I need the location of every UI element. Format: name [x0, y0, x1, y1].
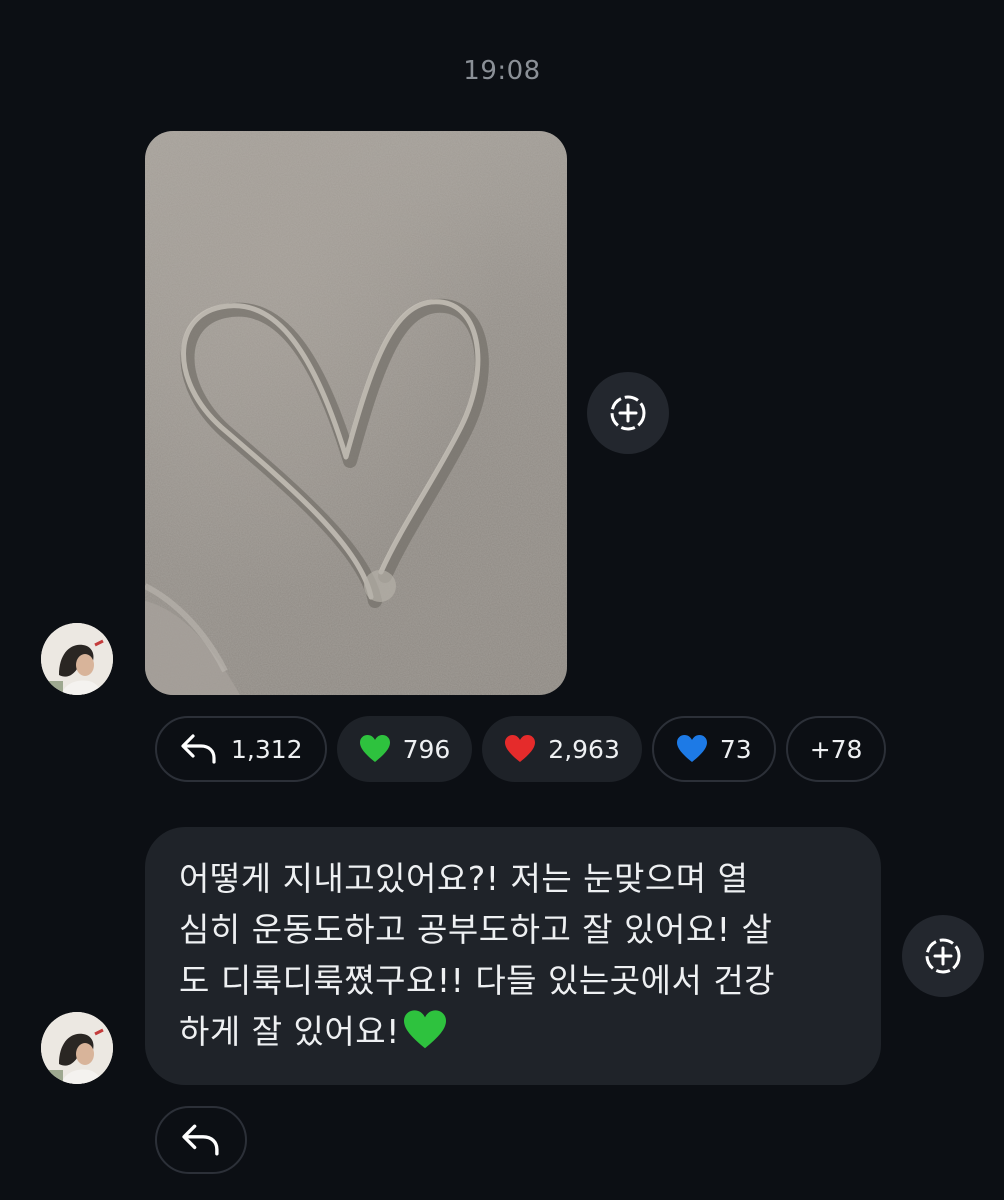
green-heart-icon	[402, 1009, 448, 1065]
more-reactions-count: +78	[809, 734, 863, 764]
share-button[interactable]	[587, 372, 669, 454]
reaction-count: 73	[719, 734, 752, 764]
green-heart-icon	[359, 734, 391, 764]
photo-message[interactable]	[145, 131, 567, 695]
dashed-circle-plus-icon	[925, 938, 961, 974]
reaction-count: 796	[402, 734, 451, 764]
blue-heart-icon	[676, 734, 708, 764]
reaction-bar: 1,312 796 2,963 73 +78	[155, 716, 887, 782]
message-text: 어떻게 지내고있어요?! 저는 눈맞으며 열 심히 운동도하고 공부도하고 잘 …	[179, 853, 847, 1065]
reply-button[interactable]	[155, 1106, 247, 1174]
message-timestamp: 19:08	[463, 56, 541, 86]
message-line: 어떻게 지내고있어요?! 저는 눈맞으며 열	[179, 859, 749, 898]
reply-arrow-icon	[179, 732, 219, 766]
message-line: 하게 잘 있어요!	[179, 1006, 847, 1065]
profile-photo	[41, 1012, 113, 1084]
reaction-chip-blue-heart[interactable]: 73	[651, 716, 776, 782]
avatar[interactable]	[41, 623, 113, 695]
dashed-circle-plus-icon	[610, 395, 646, 431]
share-button[interactable]	[902, 915, 984, 997]
more-reactions-chip[interactable]: +78	[785, 716, 887, 782]
profile-photo	[41, 623, 113, 695]
avatar[interactable]	[41, 1012, 113, 1084]
message-line: 심히 운동도하고 공부도하고 잘 있어요! 살	[179, 910, 773, 949]
message-line-text: 하게 잘 있어요!	[179, 1012, 400, 1051]
chat-screen: 19:08 1,312 796 2,963 73 +78 어떻게 지내고있어요?…	[0, 0, 1004, 1200]
reply-count-chip[interactable]: 1,312	[155, 716, 327, 782]
heart-in-sand-photo	[145, 131, 567, 695]
red-heart-icon	[504, 734, 536, 764]
reaction-chip-red-heart[interactable]: 2,963	[482, 716, 642, 782]
reaction-chip-green-heart[interactable]: 796	[336, 716, 473, 782]
reply-arrow-icon	[182, 1124, 219, 1156]
text-message-bubble[interactable]: 어떻게 지내고있어요?! 저는 눈맞으며 열 심히 운동도하고 공부도하고 잘 …	[145, 827, 881, 1085]
message-line: 도 디룩디룩쪘구요!! 다들 있는곳에서 건강	[179, 961, 776, 1000]
reply-count: 1,312	[231, 734, 303, 764]
reaction-count: 2,963	[548, 734, 620, 764]
